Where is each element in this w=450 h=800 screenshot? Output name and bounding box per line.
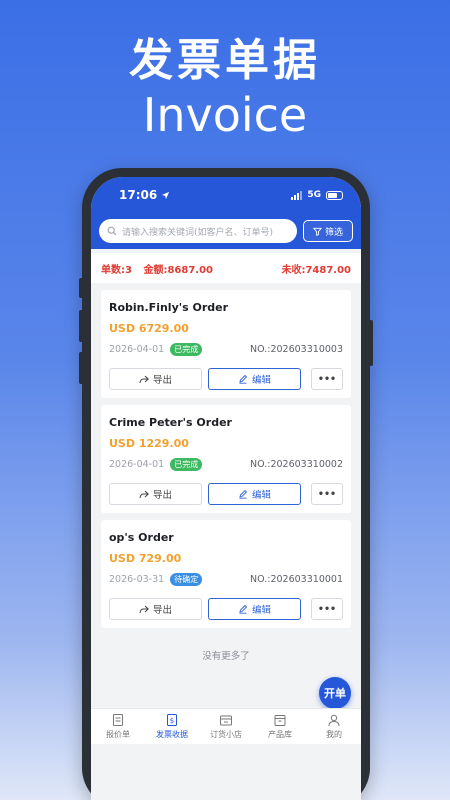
tab-products-label: 产品库: [268, 730, 292, 739]
app-screen: 17:06 5G 请输入搜索关键词(如客户名、订单号) 筛选 单数:3 金额:8…: [91, 177, 361, 800]
status-badge: 已完成: [170, 343, 203, 356]
shop-icon: [220, 715, 232, 726]
pencil-icon: [239, 374, 248, 384]
tab-products[interactable]: 产品库: [253, 709, 307, 744]
tab-shop[interactable]: 订货小店: [199, 709, 253, 744]
status-indicators: 5G: [291, 190, 343, 200]
search-placeholder: 请输入搜索关键词(如客户名、订单号): [122, 227, 274, 238]
more-button[interactable]: •••: [311, 598, 343, 620]
invoice-title: Crime Peter's Order: [109, 416, 232, 429]
phone-volume-down-button: [79, 352, 83, 384]
promo-subtitle: Invoice: [142, 88, 308, 142]
tab-shop-label: 订货小店: [210, 730, 242, 739]
invoice-amount: USD 729.00: [109, 552, 182, 565]
pencil-icon: [239, 489, 248, 499]
invoice-date: 2026-04-01: [109, 459, 165, 470]
edit-label: 编辑: [251, 605, 271, 616]
tab-me-label: 我的: [326, 730, 342, 739]
pencil-icon: [239, 604, 248, 614]
list-end-text: 没有更多了: [202, 651, 250, 662]
tab-invoice[interactable]: $ 发票收据: [145, 709, 199, 744]
status-bar: 17:06 5G: [91, 177, 361, 213]
export-button[interactable]: 导出: [109, 483, 202, 505]
invoice-date: 2026-03-31: [109, 574, 165, 585]
invoice-date: 2026-04-01: [109, 344, 165, 355]
tab-invoice-label: 发票收据: [156, 730, 188, 739]
share-arrow-icon: [139, 490, 149, 498]
filter-button[interactable]: 筛选: [303, 220, 353, 242]
status-time: 17:06: [119, 188, 170, 202]
export-button[interactable]: 导出: [109, 598, 202, 620]
invoice-number: NO.:202603310001: [250, 574, 343, 585]
more-icon: •••: [317, 373, 337, 385]
tab-me[interactable]: 我的: [307, 709, 361, 744]
summary-bar: 单数:3 金额:8687.00 未收:7487.00: [91, 253, 361, 283]
more-icon: •••: [317, 488, 337, 500]
more-icon: •••: [317, 603, 337, 615]
quote-icon: [113, 714, 123, 726]
edit-button[interactable]: 编辑: [208, 368, 301, 390]
more-button[interactable]: •••: [311, 368, 343, 390]
promo-title: 发票单据: [129, 35, 321, 86]
phone-power-button: [369, 320, 373, 366]
tab-quote-label: 报价单: [106, 730, 130, 739]
phone-volume-up-button: [79, 310, 83, 342]
export-label: 导出: [152, 490, 172, 501]
invoice-number: NO.:202603310003: [250, 344, 343, 355]
summary-unpaid: 未收:7487.00: [281, 264, 351, 276]
filter-label: 筛选: [324, 227, 343, 238]
user-icon: [328, 714, 340, 727]
new-invoice-button[interactable]: 开单: [319, 677, 351, 709]
invoice-card[interactable]: Robin.Finly's Order USD 6729.00 2026-04-…: [101, 290, 351, 398]
export-label: 导出: [152, 605, 172, 616]
search-input[interactable]: 请输入搜索关键词(如客户名、订单号): [99, 219, 297, 243]
share-arrow-icon: [139, 605, 149, 613]
invoice-card[interactable]: op's Order USD 729.00 2026-03-31 待确定 NO.…: [101, 520, 351, 628]
bottom-tab-bar: 报价单 $ 发票收据 订货小店 产品库 我的: [91, 708, 361, 744]
more-button[interactable]: •••: [311, 483, 343, 505]
invoice-amount: USD 1229.00: [109, 437, 189, 450]
product-box-icon: [274, 715, 286, 726]
status-badge: 已完成: [170, 458, 203, 471]
summary-count: 单数:3: [101, 264, 132, 276]
search-bar: 请输入搜索关键词(如客户名、订单号) 筛选: [91, 213, 361, 249]
invoice-number: NO.:202603310002: [250, 459, 343, 470]
export-button[interactable]: 导出: [109, 368, 202, 390]
battery-icon: [326, 190, 343, 200]
search-icon: [107, 226, 117, 236]
summary-amount: 金额:8687.00: [143, 264, 213, 276]
new-invoice-label: 开单: [324, 687, 346, 700]
tab-quote[interactable]: 报价单: [91, 709, 145, 744]
signal-icon: [291, 190, 303, 200]
invoice-title: op's Order: [109, 531, 174, 544]
export-label: 导出: [152, 375, 172, 386]
invoice-title: Robin.Finly's Order: [109, 301, 229, 314]
filter-icon: [312, 227, 322, 236]
status-badge: 待确定: [170, 573, 203, 586]
edit-label: 编辑: [251, 375, 271, 386]
invoice-icon: $: [167, 714, 177, 726]
edit-button[interactable]: 编辑: [208, 483, 301, 505]
location-arrow-icon: [162, 191, 170, 200]
invoice-card[interactable]: Crime Peter's Order USD 1229.00 2026-04-…: [101, 405, 351, 513]
phone-mute-button: [79, 278, 83, 298]
network-type: 5G: [307, 190, 321, 200]
share-arrow-icon: [139, 375, 149, 383]
edit-label: 编辑: [251, 490, 271, 501]
invoice-amount: USD 6729.00: [109, 322, 189, 335]
svg-text:$: $: [170, 717, 174, 725]
status-time-text: 17:06: [119, 188, 158, 202]
edit-button[interactable]: 编辑: [208, 598, 301, 620]
